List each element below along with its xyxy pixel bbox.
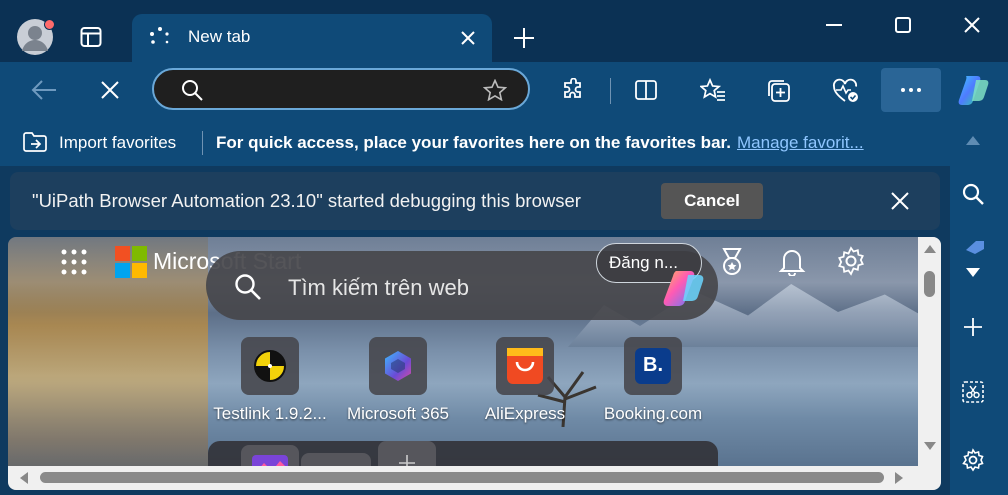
sidebar-add-icon[interactable]	[963, 317, 983, 337]
favorites-divider	[202, 131, 203, 155]
search-icon	[181, 79, 203, 101]
manage-favorites-link[interactable]: Manage favorit...	[737, 133, 864, 153]
cancel-button[interactable]: Cancel	[661, 183, 763, 219]
sidebar-shopping-tag-icon[interactable]	[962, 238, 986, 254]
scroll-down-arrow-icon[interactable]	[924, 442, 936, 450]
quick-link-aliexpress[interactable]	[496, 337, 554, 395]
address-bar[interactable]	[152, 68, 530, 110]
notification-dot	[44, 19, 55, 30]
quick-link-label: Booking.com	[603, 404, 703, 423]
quick-link-label: AliExpress	[484, 404, 566, 423]
web-search-icon	[234, 273, 262, 301]
add-favorite-star-icon[interactable]	[483, 79, 507, 101]
testlink-logo-icon	[252, 348, 288, 384]
tab-title: New tab	[188, 27, 251, 46]
favorites-icon[interactable]	[700, 78, 726, 102]
sidebar-settings-gear-icon[interactable]	[961, 448, 985, 472]
import-favorites-link[interactable]: Import favorites	[59, 133, 176, 153]
extensions-puzzle-icon[interactable]	[562, 78, 586, 102]
vertical-scroll-thumb[interactable]	[924, 271, 935, 297]
copilot-search-icon[interactable]	[662, 265, 708, 311]
vertical-scrollbar[interactable]	[918, 237, 941, 490]
minimize-button[interactable]	[826, 24, 842, 26]
microsoft-logo-icon	[115, 246, 147, 278]
maximize-button[interactable]	[895, 17, 911, 33]
browser-essentials-icon[interactable]	[832, 78, 860, 104]
aliexpress-logo-icon	[507, 348, 543, 384]
copilot-icon[interactable]	[956, 72, 992, 108]
web-search-placeholder: Tìm kiếm trên web	[288, 275, 469, 300]
profile-avatar[interactable]	[17, 19, 55, 55]
close-tab-icon[interactable]	[460, 30, 476, 46]
stop-loading-icon[interactable]	[101, 81, 119, 99]
microsoft-365-logo-icon	[380, 348, 416, 384]
scroll-up-arrow-icon[interactable]	[924, 245, 936, 253]
sidebar	[950, 118, 1008, 495]
apps-launcher-icon[interactable]	[60, 248, 88, 276]
screenshot-icon[interactable]	[961, 380, 985, 404]
address-input[interactable]	[214, 76, 478, 104]
quick-link-label: Microsoft 365	[346, 404, 450, 423]
horizontal-scroll-thumb[interactable]	[40, 472, 884, 483]
sidebar-search-icon[interactable]	[961, 182, 985, 206]
debugging-infobar: "UiPath Browser Automation 23.10" starte…	[10, 172, 940, 230]
booking-logo-icon: B.	[635, 348, 671, 384]
scroll-left-arrow-icon[interactable]	[20, 472, 28, 484]
sidebar-scroll-up-icon[interactable]	[966, 136, 980, 145]
infobar-message: "UiPath Browser Automation 23.10" starte…	[32, 190, 581, 211]
quick-link-label: Testlink 1.9.2...	[213, 404, 327, 423]
settings-and-more-button[interactable]	[881, 68, 941, 112]
quick-link-booking[interactable]: B.	[624, 337, 682, 395]
notifications-bell-icon[interactable]	[778, 246, 806, 276]
collections-icon[interactable]	[766, 78, 792, 104]
page-settings-gear-icon[interactable]	[836, 246, 866, 276]
back-arrow-icon[interactable]	[31, 79, 57, 101]
tab-new-tab[interactable]: New tab	[132, 14, 492, 62]
close-window-button[interactable]	[964, 17, 980, 33]
scroll-right-arrow-icon[interactable]	[895, 472, 903, 484]
more-dots-icon	[901, 88, 921, 92]
quick-link-microsoft-365[interactable]	[369, 337, 427, 395]
new-tab-button[interactable]	[512, 26, 536, 50]
sidebar-scroll-down-icon[interactable]	[966, 268, 980, 277]
close-infobar-icon[interactable]	[891, 192, 909, 210]
workspaces-icon[interactable]	[80, 26, 102, 48]
toolbar-divider	[610, 78, 611, 104]
horizontal-scrollbar[interactable]	[8, 466, 918, 490]
favorites-hint: For quick access, place your favorites h…	[216, 133, 731, 152]
split-screen-icon[interactable]	[634, 78, 658, 102]
quick-link-testlink[interactable]	[241, 337, 299, 395]
import-favorites-icon[interactable]	[22, 130, 48, 154]
loading-spinner-icon	[148, 26, 172, 50]
rewards-icon[interactable]	[717, 247, 747, 277]
new-tab-page: Microsoft Start Tìm kiếm trên web Đăng n…	[8, 237, 941, 490]
